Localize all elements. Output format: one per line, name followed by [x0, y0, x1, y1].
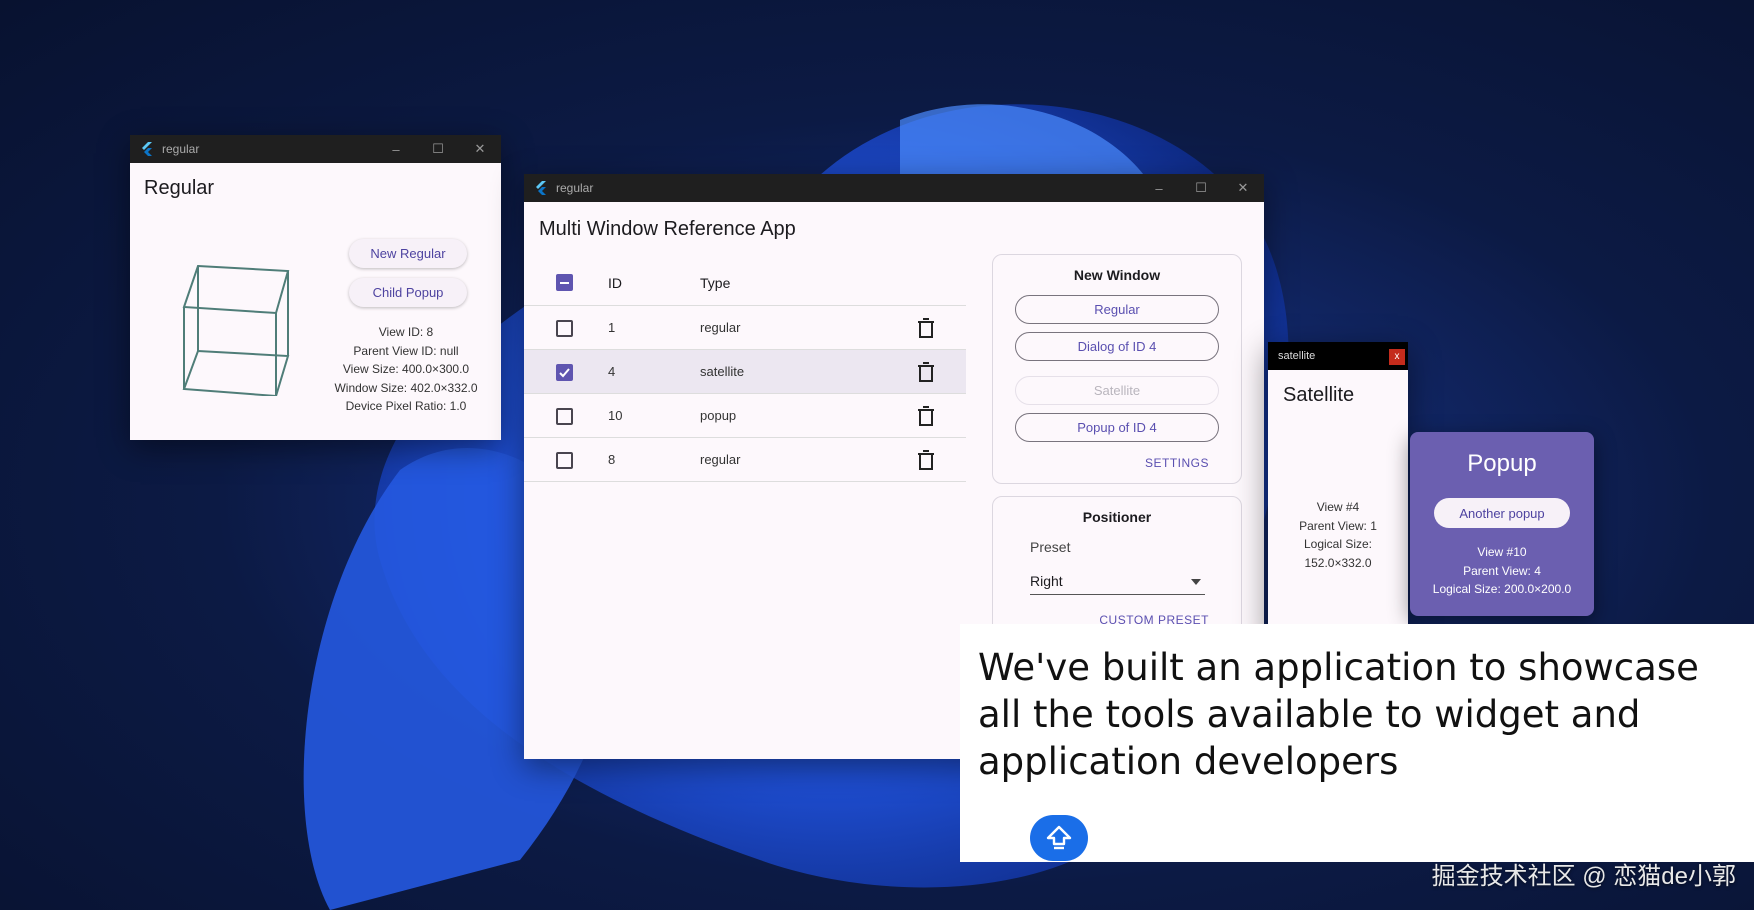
row-id: 1 — [608, 320, 616, 335]
popup-window: Popup Another popup View #10 Parent View… — [1410, 432, 1594, 616]
main-window-titlebar[interactable]: regular – ☐ ✕ — [524, 174, 1264, 202]
child-popup-button[interactable]: Child Popup — [349, 278, 467, 307]
new-window-card: New Window Regular Dialog of ID 4 Satell… — [992, 254, 1242, 484]
regular-window-info: View ID: 8 Parent View ID: null View Siz… — [316, 323, 496, 416]
row-checkbox[interactable] — [556, 364, 573, 381]
info-line: Parent View: 4 — [1463, 563, 1541, 578]
row-type: regular — [700, 452, 741, 467]
upload-fab[interactable] — [1030, 815, 1088, 861]
arrow-up-icon — [1046, 825, 1072, 850]
settings-button[interactable]: SETTINGS — [1145, 456, 1209, 470]
minimize-icon[interactable]: – — [375, 135, 417, 163]
regular-window: regular – ☐ ✕ Regular New Regular Child … — [130, 135, 501, 440]
info-line: Logical Size: — [1303, 537, 1373, 551]
row-type: satellite — [700, 364, 745, 379]
main-window-title: Multi Window Reference App — [539, 218, 796, 240]
row-type: popup — [700, 408, 737, 423]
maximize-icon[interactable]: ☐ — [1180, 174, 1222, 202]
delete-icon[interactable] — [917, 450, 935, 470]
dialog-of-id-button[interactable]: Dialog of ID 4 — [1015, 332, 1219, 361]
satellite-window-titlebar-text: satellite — [1278, 350, 1316, 362]
dropdown-arrow-icon — [1191, 579, 1201, 585]
satellite-close-button[interactable]: x — [1389, 349, 1405, 365]
new-regular-button[interactable]: New Regular — [349, 239, 467, 268]
info-line: Logical Size: 200.0×200.0 — [1432, 582, 1572, 596]
flutter-logo-icon — [142, 142, 152, 156]
regular-window-titlebar-text: regular — [162, 142, 200, 156]
info-line: View Size: 400.0×300.0 — [342, 362, 470, 376]
satellite-window-titlebar[interactable]: satellite x — [1268, 342, 1408, 370]
table-header: ID Type — [524, 260, 966, 306]
minimize-icon[interactable]: – — [1138, 174, 1180, 202]
column-header-type[interactable]: Type — [700, 275, 730, 291]
check-icon — [559, 368, 570, 378]
row-id: 10 — [608, 408, 623, 423]
table-row[interactable]: 4 satellite — [524, 350, 966, 394]
another-popup-button[interactable]: Another popup — [1434, 498, 1570, 528]
regular-window-titlebar[interactable]: regular – ☐ ✕ — [130, 135, 501, 163]
satellite-window: satellite x Satellite View #4 Parent Vie… — [1268, 342, 1408, 642]
info-line: Window Size: 402.0×332.0 — [334, 380, 478, 395]
preset-dropdown[interactable]: Right — [1030, 569, 1205, 595]
info-line: 152.0×332.0 — [1304, 555, 1372, 570]
caption-text: We've built an application to showcase a… — [978, 646, 1699, 783]
column-header-id[interactable]: ID — [608, 275, 622, 291]
satellite-title: Satellite — [1283, 384, 1355, 406]
watermark-text: 掘金技术社区 @ 恋猫de小郭 — [1431, 863, 1736, 890]
info-line: View ID: 8 — [378, 325, 434, 339]
info-line: Device Pixel Ratio: 1.0 — [345, 399, 467, 413]
preset-label: Preset — [1030, 539, 1071, 555]
popup-info: View #10 Parent View: 4 Logical Size: 20… — [1410, 543, 1594, 599]
table-row[interactable]: 1 regular — [524, 306, 966, 350]
info-line: View #4 — [1316, 500, 1360, 514]
row-checkbox[interactable] — [556, 408, 573, 425]
main-window-titlebar-text: regular — [556, 181, 594, 195]
close-icon[interactable]: ✕ — [1222, 174, 1264, 202]
caption-overlay: We've built an application to showcase a… — [960, 624, 1754, 862]
delete-icon[interactable] — [917, 406, 935, 426]
row-id: 4 — [608, 364, 616, 379]
info-line: View #10 — [1477, 545, 1527, 559]
row-checkbox[interactable] — [556, 452, 573, 469]
delete-icon[interactable] — [917, 362, 935, 382]
popup-of-id-button[interactable]: Popup of ID 4 — [1015, 413, 1219, 442]
new-window-heading: New Window — [1073, 267, 1161, 283]
row-checkbox[interactable] — [556, 320, 573, 337]
positioner-card: Positioner Preset Right CUSTOM PRESET — [992, 496, 1242, 636]
satellite-info: View #4 Parent View: 1 Logical Size: 152… — [1268, 498, 1408, 572]
flutter-logo-icon — [536, 181, 546, 195]
new-regular-window-button[interactable]: Regular — [1015, 295, 1219, 324]
positioner-heading: Positioner — [1082, 509, 1152, 525]
regular-window-title: Regular — [144, 177, 215, 199]
row-id: 8 — [608, 452, 616, 467]
select-all-checkbox[interactable] — [556, 274, 573, 291]
satellite-button[interactable]: Satellite — [1015, 376, 1219, 405]
cube-icon — [182, 264, 290, 396]
info-line: Parent View ID: null — [353, 343, 459, 358]
close-icon[interactable]: ✕ — [459, 135, 501, 163]
preset-value: Right — [1030, 573, 1063, 589]
popup-title: Popup — [1467, 450, 1537, 477]
info-line: Parent View: 1 — [1299, 518, 1377, 533]
delete-icon[interactable] — [917, 318, 935, 338]
table-row[interactable]: 8 regular — [524, 438, 966, 482]
row-type: regular — [700, 320, 741, 335]
maximize-icon[interactable]: ☐ — [417, 135, 459, 163]
table-row[interactable]: 10 popup — [524, 394, 966, 438]
